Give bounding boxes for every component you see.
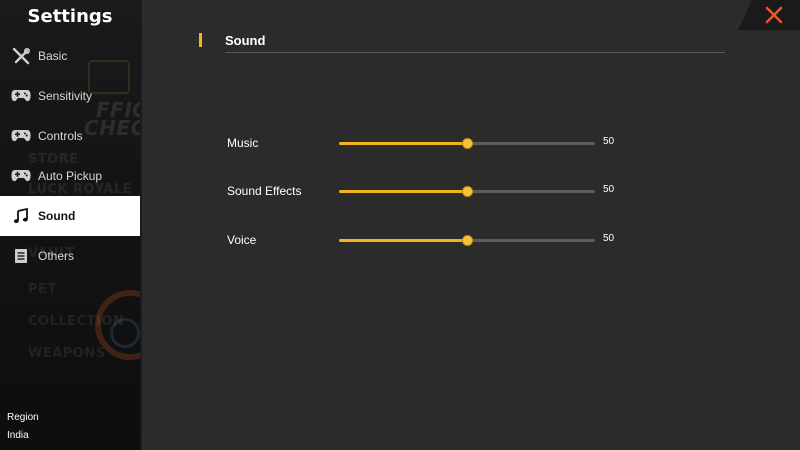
- close-icon: [765, 6, 783, 24]
- music-slider-row: Music 50: [227, 132, 647, 154]
- document-icon: [10, 245, 32, 267]
- voice-value: 50: [603, 233, 615, 244]
- gamepad-icon: [10, 85, 32, 107]
- close-button[interactable]: [738, 0, 800, 30]
- settings-nav: Basic Sensitivity Controls Auto Pickup S…: [0, 36, 140, 276]
- section-title: Sound: [225, 33, 266, 48]
- sidebar-item-label: Basic: [38, 49, 68, 63]
- voice-label: Voice: [227, 233, 257, 247]
- music-value: 50: [603, 136, 615, 147]
- sound-effects-slider-row: Sound Effects 50: [227, 180, 647, 202]
- music-slider-thumb[interactable]: [462, 138, 473, 149]
- region-value: India: [7, 430, 29, 441]
- section-marker: [199, 33, 202, 47]
- voice-slider-row: Voice 50: [227, 229, 647, 251]
- sidebar-item-basic[interactable]: Basic: [0, 36, 140, 76]
- sidebar-item-label: Sound: [38, 209, 76, 223]
- music-label: Music: [227, 136, 259, 150]
- sound-effects-slider-fill: [339, 190, 467, 193]
- sidebar-item-label: Auto Pickup: [38, 169, 103, 183]
- voice-slider[interactable]: [339, 235, 595, 246]
- region-info: Region India: [7, 409, 39, 445]
- sound-effects-label: Sound Effects: [227, 184, 302, 198]
- sidebar-item-auto-pickup[interactable]: Auto Pickup: [0, 156, 140, 196]
- sidebar-item-controls[interactable]: Controls: [0, 116, 140, 156]
- sidebar-divider: [140, 0, 142, 450]
- wrench-screwdriver-icon: [10, 45, 32, 67]
- gamepad-icon: [10, 125, 32, 147]
- sidebar-item-label: Sensitivity: [38, 89, 93, 103]
- voice-slider-fill: [339, 239, 467, 242]
- sound-effects-slider-thumb[interactable]: [462, 186, 473, 197]
- sidebar-item-label: Others: [38, 249, 75, 263]
- section-divider: [225, 52, 725, 53]
- sound-effects-slider[interactable]: [339, 186, 595, 197]
- sidebar: FFIC CHECK-IN STORE LUCK ROYALE VAULT PE…: [0, 0, 140, 450]
- settings-title: Settings: [27, 6, 113, 27]
- sidebar-item-label: Controls: [38, 129, 83, 143]
- region-label: Region: [7, 412, 39, 423]
- music-slider-fill: [339, 142, 467, 145]
- voice-slider-thumb[interactable]: [462, 235, 473, 246]
- sound-effects-value: 50: [603, 184, 615, 195]
- music-note-icon: [10, 205, 32, 227]
- sidebar-item-sensitivity[interactable]: Sensitivity: [0, 76, 140, 116]
- sidebar-item-others[interactable]: Others: [0, 236, 140, 276]
- gamepad-icon: [10, 165, 32, 187]
- music-slider[interactable]: [339, 138, 595, 149]
- sidebar-item-sound[interactable]: Sound: [0, 196, 140, 236]
